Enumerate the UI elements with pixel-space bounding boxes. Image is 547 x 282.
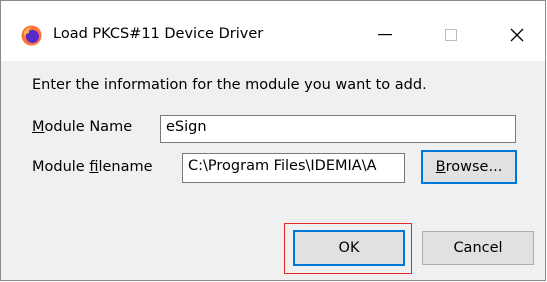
close-icon [510, 28, 524, 42]
ok-button[interactable]: OK [293, 230, 405, 266]
minimize-button[interactable] [362, 15, 408, 55]
module-filename-label-rest: ilename [98, 159, 153, 175]
intro-text: Enter the information for the module you… [32, 77, 427, 93]
module-name-label-rest: odule Name [44, 119, 133, 135]
browse-button[interactable]: Browse... [421, 150, 517, 184]
browse-accel: B [435, 159, 446, 175]
browse-rest: rowse... [445, 159, 503, 175]
module-filename-label-pre: Module [32, 159, 90, 175]
minimize-icon [378, 34, 392, 36]
cancel-button[interactable]: Cancel [422, 231, 534, 265]
maximize-icon [445, 29, 457, 41]
module-name-label: Module Name [32, 119, 132, 135]
module-name-label-accel: M [32, 119, 45, 135]
module-filename-label: Module filename [32, 159, 153, 175]
module-filename-input[interactable]: C:\Program Files\IDEMIA\A [182, 153, 405, 183]
firefox-icon [21, 25, 42, 46]
module-name-input[interactable]: eSign [160, 115, 516, 143]
dialog-window: Load PKCS#11 Device Driver Enter the inf… [0, 0, 546, 281]
window-title: Load PKCS#11 Device Driver [53, 26, 264, 42]
maximize-button [428, 15, 474, 55]
title-bar[interactable]: Load PKCS#11 Device Driver [1, 1, 545, 61]
close-button[interactable] [494, 15, 540, 55]
